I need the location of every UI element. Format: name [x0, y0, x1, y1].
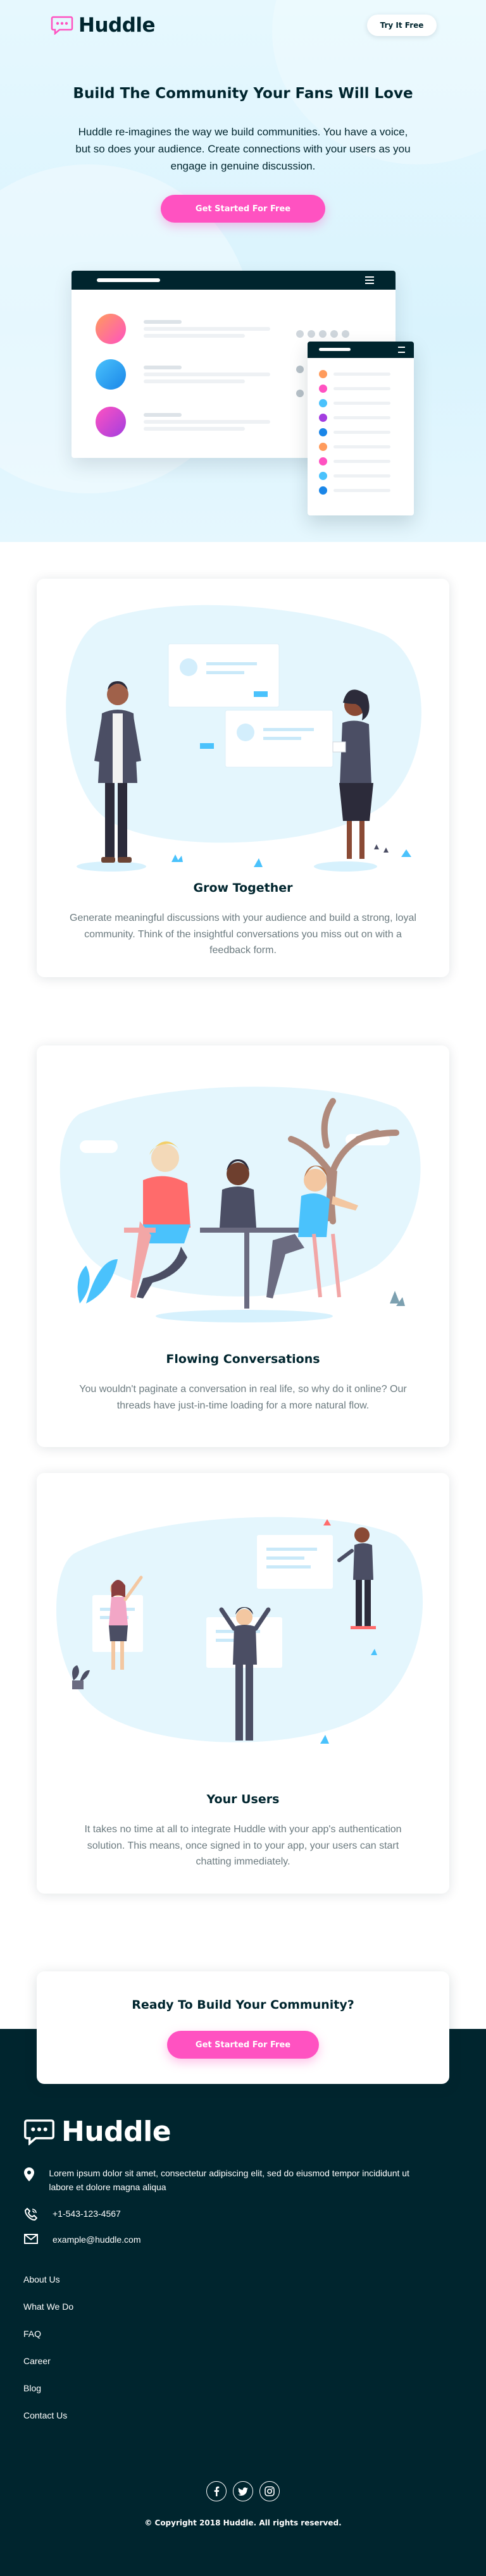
feature-card-your-users: Your Users It takes no time at all to in… — [37, 1473, 449, 1894]
feature-title: Flowing Conversations — [166, 1352, 320, 1366]
feature-card-flowing-conversations: Flowing Conversations You wouldn't pagin… — [37, 1045, 449, 1447]
twitter-icon[interactable] — [233, 2481, 253, 2501]
footer-link-contact-us[interactable]: Contact Us — [23, 2409, 73, 2436]
hero-title: Build The Community Your Fans Will Love — [73, 85, 413, 102]
chat-bubble-logo-icon — [51, 16, 73, 35]
mockup-window-bar — [308, 342, 414, 358]
footer-link-about-us[interactable]: About Us — [23, 2273, 73, 2300]
hero-description: Huddle re-imagines the way we build comm… — [75, 126, 411, 173]
mockup-row — [96, 314, 270, 344]
footer-link-faq[interactable]: FAQ — [23, 2327, 73, 2355]
chat-bubble-logo-icon — [24, 2119, 54, 2145]
social-links — [0, 2481, 486, 2501]
cta-title: Ready To Build Your Community? — [132, 1998, 354, 2012]
call-to-action-card: Ready To Build Your Community? Get Start… — [37, 1971, 449, 2084]
brand-name: Huddle — [61, 2116, 171, 2148]
address-text: Lorem ipsum dolor sit amet, consectetur … — [49, 2168, 409, 2193]
hero-section: Huddle Try It Free Build The Community Y… — [0, 0, 486, 542]
footer-logo[interactable]: Huddle — [23, 2116, 171, 2148]
pagination-dots — [296, 330, 349, 338]
footer-phone: +1-543-123-4567 — [23, 2207, 121, 2221]
avatar-icon — [96, 359, 126, 390]
feature-title: Your Users — [206, 1792, 280, 1806]
feature-description: It takes no time at all to integrate Hud… — [84, 1824, 402, 1868]
email-text[interactable]: example@huddle.com — [53, 2233, 141, 2246]
footer-link-blog[interactable]: Blog — [23, 2382, 73, 2409]
mockup-window-bar — [72, 271, 396, 290]
logo[interactable]: Huddle — [51, 14, 156, 37]
avatar-icon — [96, 407, 126, 437]
phone-text[interactable]: +1-543-123-4567 — [53, 2207, 121, 2221]
footer-email: example@huddle.com — [23, 2233, 141, 2246]
location-pin-icon — [23, 2166, 35, 2181]
email-icon — [23, 2233, 39, 2244]
footer-navigation: About Us What We Do FAQ Career Blog Cont… — [23, 2273, 73, 2436]
mockup-row — [96, 407, 270, 437]
mockup-row — [96, 359, 270, 390]
footer-link-what-we-do[interactable]: What We Do — [23, 2300, 73, 2327]
mockup-list — [319, 367, 390, 498]
facebook-icon[interactable] — [206, 2481, 227, 2501]
instagram-icon[interactable] — [259, 2481, 280, 2501]
footer-link-career[interactable]: Career — [23, 2355, 73, 2382]
your-users-illustration — [56, 1517, 423, 1744]
flowing-conversations-illustration — [59, 1087, 421, 1322]
feature-title: Grow Together — [193, 881, 293, 895]
avatar-icon — [96, 314, 126, 344]
site-header: Huddle Try It Free — [51, 14, 437, 37]
get-started-button[interactable]: Get Started For Free — [167, 2031, 319, 2059]
footer-address: Lorem ipsum dolor sit amet, consectetur … — [23, 2166, 416, 2195]
grow-together-illustration — [66, 605, 421, 872]
feature-description: You wouldn't paginate a conversation in … — [79, 1384, 407, 1411]
feature-card-grow-together: Grow Together Generate meaningful discus… — [37, 579, 449, 977]
brand-name: Huddle — [78, 14, 156, 37]
get-started-button[interactable]: Get Started For Free — [161, 195, 325, 223]
feature-description: Generate meaningful discussions with you… — [70, 913, 416, 956]
copyright-text: © Copyright 2018 Huddle. All rights rese… — [144, 2518, 342, 2527]
try-it-free-button[interactable]: Try It Free — [367, 15, 437, 36]
mobile-mockup-illustration — [308, 342, 414, 515]
phone-icon — [23, 2207, 39, 2221]
